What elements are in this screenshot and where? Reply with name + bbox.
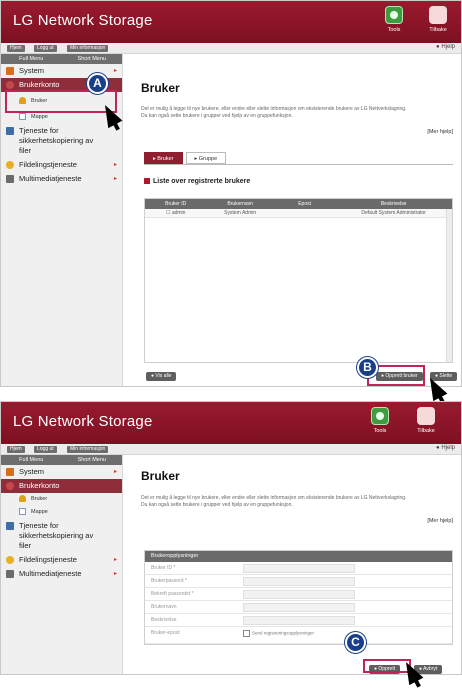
- user-list-title: Liste over registrerte brukere: [144, 178, 250, 185]
- toolbar: Hjem Logg ut Min informasjon ● Hjelp: [1, 444, 461, 455]
- file-sharing-icon: [6, 161, 14, 169]
- sidebar-item-user-account[interactable]: Brukerkonto: [1, 479, 122, 493]
- description-input[interactable]: [243, 616, 355, 625]
- brand-title: LG Network Storage: [13, 12, 153, 29]
- password-input[interactable]: [243, 577, 355, 586]
- folder-icon: [19, 508, 26, 515]
- multimedia-icon: [6, 175, 14, 183]
- page-description: Det er mulig å legge til nye brukere, el…: [141, 495, 407, 508]
- toolbar: Hjem Logg ut Min informasjon ● Hjelp: [1, 43, 461, 54]
- callout-a: A: [87, 73, 108, 94]
- form-row-confirm-password: Bekreft passordet *: [145, 588, 452, 601]
- system-icon: [6, 468, 14, 476]
- main-content: Bruker Det er mulig å legge til nye bruk…: [124, 54, 461, 386]
- brand-title: LG Network Storage: [13, 413, 153, 430]
- exit-icon: [429, 6, 447, 24]
- callout-b: B: [357, 357, 378, 378]
- sidebar-item-system[interactable]: System ▸: [1, 465, 122, 479]
- table-header: Bruker ID Brukernavn Epost Beskrivelse: [145, 199, 452, 209]
- help-link[interactable]: ● Hjelp: [436, 445, 455, 451]
- expand-icon: ▸: [113, 557, 117, 563]
- tools-button[interactable]: Tools: [363, 407, 397, 434]
- my-info-button[interactable]: Min informasjon: [67, 45, 109, 52]
- user-account-icon: [6, 482, 14, 490]
- tab-group[interactable]: ▸ Gruppe: [185, 152, 227, 164]
- sidebar-item-backup[interactable]: Tjeneste for sikkerhetskopiering av file…: [1, 124, 122, 158]
- username-input[interactable]: [243, 603, 355, 612]
- table-scrollbar[interactable]: [446, 209, 452, 362]
- expand-icon: ▸: [113, 469, 117, 475]
- user-form: Brukeropplysninger Bruker ID * Brukerpas…: [144, 550, 453, 645]
- form-row-user-id: Bruker ID *: [145, 562, 452, 575]
- main-content: Bruker Det er mulig å legge til nye bruk…: [124, 455, 461, 674]
- page-description: Det er mulig å legge til nye brukere, el…: [141, 106, 407, 119]
- logout-button[interactable]: Logg ut: [34, 446, 57, 453]
- user-group-tabs: ▸ Bruker ▸ Gruppe: [144, 152, 227, 164]
- tab-user[interactable]: ▸ Bruker: [144, 152, 183, 164]
- section-bullet-icon: [144, 178, 150, 185]
- screenshot-create-user: LG Network Storage Tools Tilbake Hjem Lo…: [0, 401, 462, 675]
- my-info-button[interactable]: Min informasjon: [67, 446, 109, 453]
- expand-icon: ▸: [113, 162, 117, 168]
- expand-icon: ▸: [113, 176, 117, 182]
- tools-icon: [385, 6, 403, 24]
- short-menu-tab[interactable]: Short Menu: [62, 54, 123, 64]
- backup-icon: [6, 127, 14, 135]
- sidebar-item-multimedia[interactable]: Multimediatjeneste ▸: [1, 172, 122, 186]
- sidebar-item-user[interactable]: Bruker: [1, 493, 122, 506]
- confirm-password-input[interactable]: [243, 590, 355, 599]
- logout-button[interactable]: Logg ut: [34, 45, 57, 52]
- backup-icon: [6, 522, 14, 530]
- sidebar-item-group[interactable]: Mappe: [1, 506, 122, 519]
- user-table: Bruker ID Brukernavn Epost Beskrivelse ☐…: [144, 198, 453, 363]
- short-menu-tab[interactable]: Short Menu: [62, 455, 123, 465]
- help-link[interactable]: ● Hjelp: [436, 44, 455, 50]
- form-row-email: Bruker-epost Send registreringsopplysnin…: [145, 627, 452, 644]
- sidebar-item-file-sharing[interactable]: Fildelingstjeneste ▸: [1, 553, 122, 567]
- form-row-password: Brukerpassord *: [145, 575, 452, 588]
- exit-button[interactable]: Tilbake: [409, 407, 443, 434]
- user-id-input[interactable]: [243, 564, 355, 573]
- home-button[interactable]: Hjem: [7, 446, 25, 453]
- menu-tabs: Full Menu Short Menu: [1, 455, 122, 465]
- user-icon: [19, 495, 26, 502]
- app-header: LG Network Storage Tools Tilbake: [1, 402, 461, 444]
- tools-button[interactable]: Tools: [377, 6, 411, 33]
- multimedia-icon: [6, 570, 14, 578]
- tools-icon: [371, 407, 389, 425]
- form-title: Brukeropplysninger: [145, 551, 452, 562]
- user-account-icon: [6, 81, 14, 89]
- page-title: Bruker: [141, 469, 180, 483]
- callout-c: C: [345, 632, 366, 653]
- show-all-button[interactable]: ● Vis alle: [146, 372, 177, 381]
- screenshot-user-list: LG Network Storage Tools Tilbake Hjem Lo…: [0, 0, 462, 387]
- sidebar-item-multimedia[interactable]: Multimediatjeneste ▸: [1, 567, 122, 581]
- home-button[interactable]: Hjem: [7, 45, 25, 52]
- exit-icon: [417, 407, 435, 425]
- full-menu-tab[interactable]: Full Menu: [1, 455, 62, 465]
- page-title: Bruker: [141, 81, 180, 95]
- folder-icon: [19, 113, 26, 120]
- more-help-link[interactable]: [Mer hjelp]: [427, 129, 453, 135]
- form-row-description: Beskrivelse: [145, 614, 452, 627]
- more-help-link[interactable]: [Mer hjelp]: [427, 518, 453, 524]
- sidebar: Full Menu Short Menu System ▸ Brukerkont…: [1, 455, 123, 674]
- file-sharing-icon: [6, 556, 14, 564]
- system-icon: [6, 67, 14, 75]
- form-row-username: Brukernavn: [145, 601, 452, 614]
- exit-button[interactable]: Tilbake: [421, 6, 455, 33]
- send-info-checkbox[interactable]: Send registreringsopplysninger: [243, 630, 314, 637]
- full-menu-tab[interactable]: Full Menu: [1, 54, 62, 64]
- expand-icon: ▸: [113, 68, 117, 74]
- expand-icon: ▸: [113, 571, 117, 577]
- tabs-divider: [144, 164, 453, 165]
- menu-tabs: Full Menu Short Menu: [1, 54, 122, 64]
- app-header: LG Network Storage Tools Tilbake: [1, 1, 461, 43]
- sidebar-item-backup[interactable]: Tjeneste for sikkerhetskopiering av file…: [1, 519, 122, 553]
- sidebar-item-file-sharing[interactable]: Fildelingstjeneste ▸: [1, 158, 122, 172]
- table-row[interactable]: ☐ admin System Admin Default System Admi…: [145, 209, 452, 218]
